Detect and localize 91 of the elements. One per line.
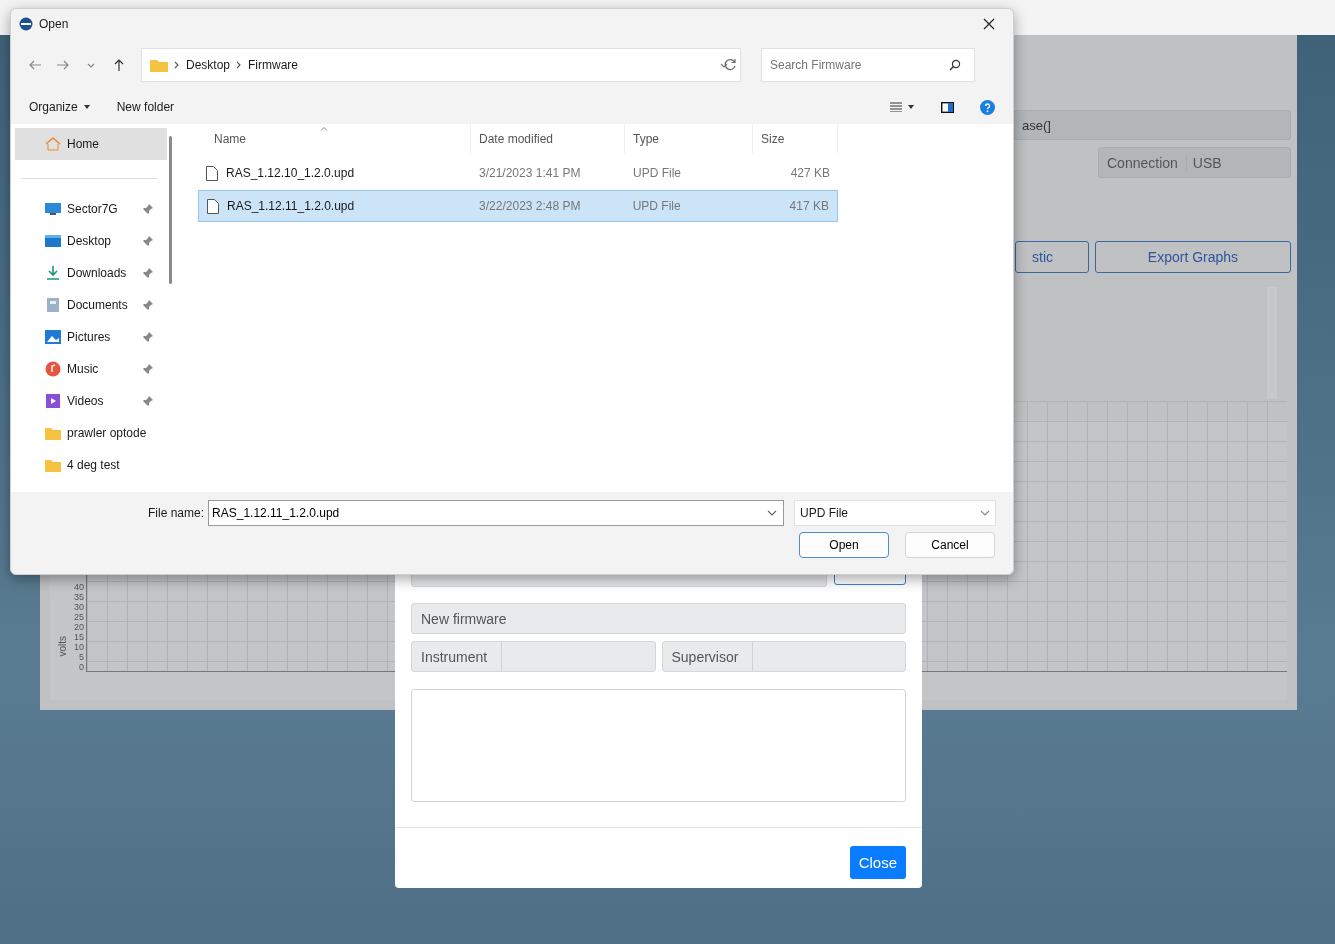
tick-label: 20 xyxy=(74,622,84,632)
tick-label: 10 xyxy=(74,642,84,652)
type-cell-text: UPD File xyxy=(632,165,682,182)
app-logo-icon xyxy=(19,17,33,31)
open-button[interactable]: Open xyxy=(799,532,889,558)
field-label: File name: xyxy=(148,506,205,520)
search-icon xyxy=(949,59,961,71)
file-name-field[interactable]: RAS_1.12.11_1.2.0.upd xyxy=(208,500,785,526)
refresh-icon xyxy=(723,58,737,72)
cancel-button[interactable]: Cancel xyxy=(905,532,995,558)
window-title: Open xyxy=(39,17,69,31)
up-arrow-icon xyxy=(112,58,126,72)
help-icon xyxy=(980,99,995,115)
pin-icon xyxy=(143,204,153,214)
pin-icon xyxy=(143,364,153,374)
column-header[interactable]: Type xyxy=(625,124,753,154)
sidebar-item[interactable]: Documents xyxy=(11,289,167,321)
pin-icon xyxy=(143,396,153,406)
tick-label: 30 xyxy=(74,602,84,612)
column-header[interactable]: Name xyxy=(198,124,471,154)
organize-button[interactable]: Organize xyxy=(23,97,97,117)
document-icon xyxy=(45,297,61,313)
file-icon xyxy=(206,165,218,181)
caret-icon xyxy=(907,104,915,110)
field-label: Supervisor xyxy=(671,642,754,671)
back-arrow-icon xyxy=(28,58,42,72)
connection-label: Connection xyxy=(1106,154,1179,171)
diagnostic-button[interactable]: stic xyxy=(1015,241,1089,273)
sidebar-item[interactable]: Pictures xyxy=(11,321,167,353)
file-type-dropdown[interactable]: UPD File xyxy=(794,500,997,526)
pin-icon xyxy=(143,236,153,246)
download-arrow-icon xyxy=(45,265,61,281)
sidebar-item[interactable]: Music xyxy=(11,353,167,385)
column-header[interactable]: Date modified xyxy=(471,124,625,154)
tick-label: 25 xyxy=(74,612,84,622)
computer-icon xyxy=(45,201,61,217)
pin-icon xyxy=(143,332,153,342)
folder-icon xyxy=(150,58,168,72)
tick-label: 15 xyxy=(74,632,84,642)
forward-arrow-icon xyxy=(56,58,70,72)
date-cell-text: 3/22/2023 2:48 PM xyxy=(478,198,582,215)
tick-label: 0 xyxy=(78,662,84,672)
preview-pane-icon xyxy=(941,101,954,113)
sort-caret-icon xyxy=(320,126,328,131)
sidebar-item[interactable]: Sector7G xyxy=(11,193,167,225)
field-label: Instrument xyxy=(421,642,503,671)
search-field[interactable]: Search Firmware xyxy=(761,48,975,82)
axis-label: volts xyxy=(56,634,68,657)
close-icon xyxy=(983,18,995,30)
size-cell-text: 417 KB xyxy=(788,198,830,215)
new-firmware-field: New firmware xyxy=(411,603,906,634)
picture-icon xyxy=(45,329,61,345)
music-note-icon xyxy=(45,361,61,377)
file-name: RAS_1.12.11_1.2.0.upd xyxy=(227,199,355,213)
address-bar[interactable]: Desktop Firmware xyxy=(141,48,741,82)
sidebar-item[interactable]: Downloads xyxy=(11,257,167,289)
caret-icon xyxy=(82,104,91,110)
file-name: RAS_1.12.10_1.2.0.upd xyxy=(226,166,355,180)
scrollbar-thumb[interactable] xyxy=(169,136,172,284)
pin-icon xyxy=(143,268,153,278)
sidebar-item[interactable]: prawler optode xyxy=(11,417,167,449)
play-icon xyxy=(45,393,61,409)
file-icon xyxy=(207,198,219,214)
sidebar-item[interactable]: Home xyxy=(15,128,167,160)
tick-label: 5 xyxy=(78,652,84,662)
file-row[interactable]: RAS_1.12.11_1.2.0.upd 3/22/2023 2:48 PM UPD File 417 KB xyxy=(198,190,838,222)
column-header[interactable]: Size xyxy=(753,124,838,154)
breadcrumb-item[interactable]: Desktop xyxy=(186,58,231,72)
file-row[interactable]: RAS_1.12.10_1.2.0.upd 3/21/2023 1:41 PM UPD File 427 KB xyxy=(198,157,838,189)
text-area[interactable] xyxy=(411,689,906,802)
export-graphs-button[interactable]: Export Graphs xyxy=(1095,241,1291,273)
type-cell-text: UPD File xyxy=(631,198,682,215)
pin-icon xyxy=(143,300,153,310)
home-icon xyxy=(45,136,61,152)
sidebar-item[interactable]: Videos xyxy=(11,385,167,417)
list-view-icon xyxy=(890,102,902,112)
sidebar-item[interactable]: Desktop xyxy=(11,225,167,257)
date-cell-text: 3/21/2023 1:41 PM xyxy=(478,165,582,182)
breadcrumb-item[interactable]: Firmware xyxy=(248,58,299,72)
chevron-right-icon xyxy=(236,61,243,69)
monitor-icon xyxy=(45,233,61,249)
sidebar-item[interactable]: 4 deg test xyxy=(11,449,167,481)
folder-icon xyxy=(45,457,61,473)
folder-icon xyxy=(45,425,61,441)
tick-label: 35 xyxy=(74,592,84,602)
new-folder-button[interactable]: New folder xyxy=(110,97,181,117)
connection-value: USB xyxy=(1185,154,1228,171)
tick-label: 40 xyxy=(74,582,84,592)
size-cell-text: 427 KB xyxy=(789,165,831,182)
chevron-right-icon xyxy=(174,61,180,69)
close-button[interactable]: Close xyxy=(849,846,906,879)
